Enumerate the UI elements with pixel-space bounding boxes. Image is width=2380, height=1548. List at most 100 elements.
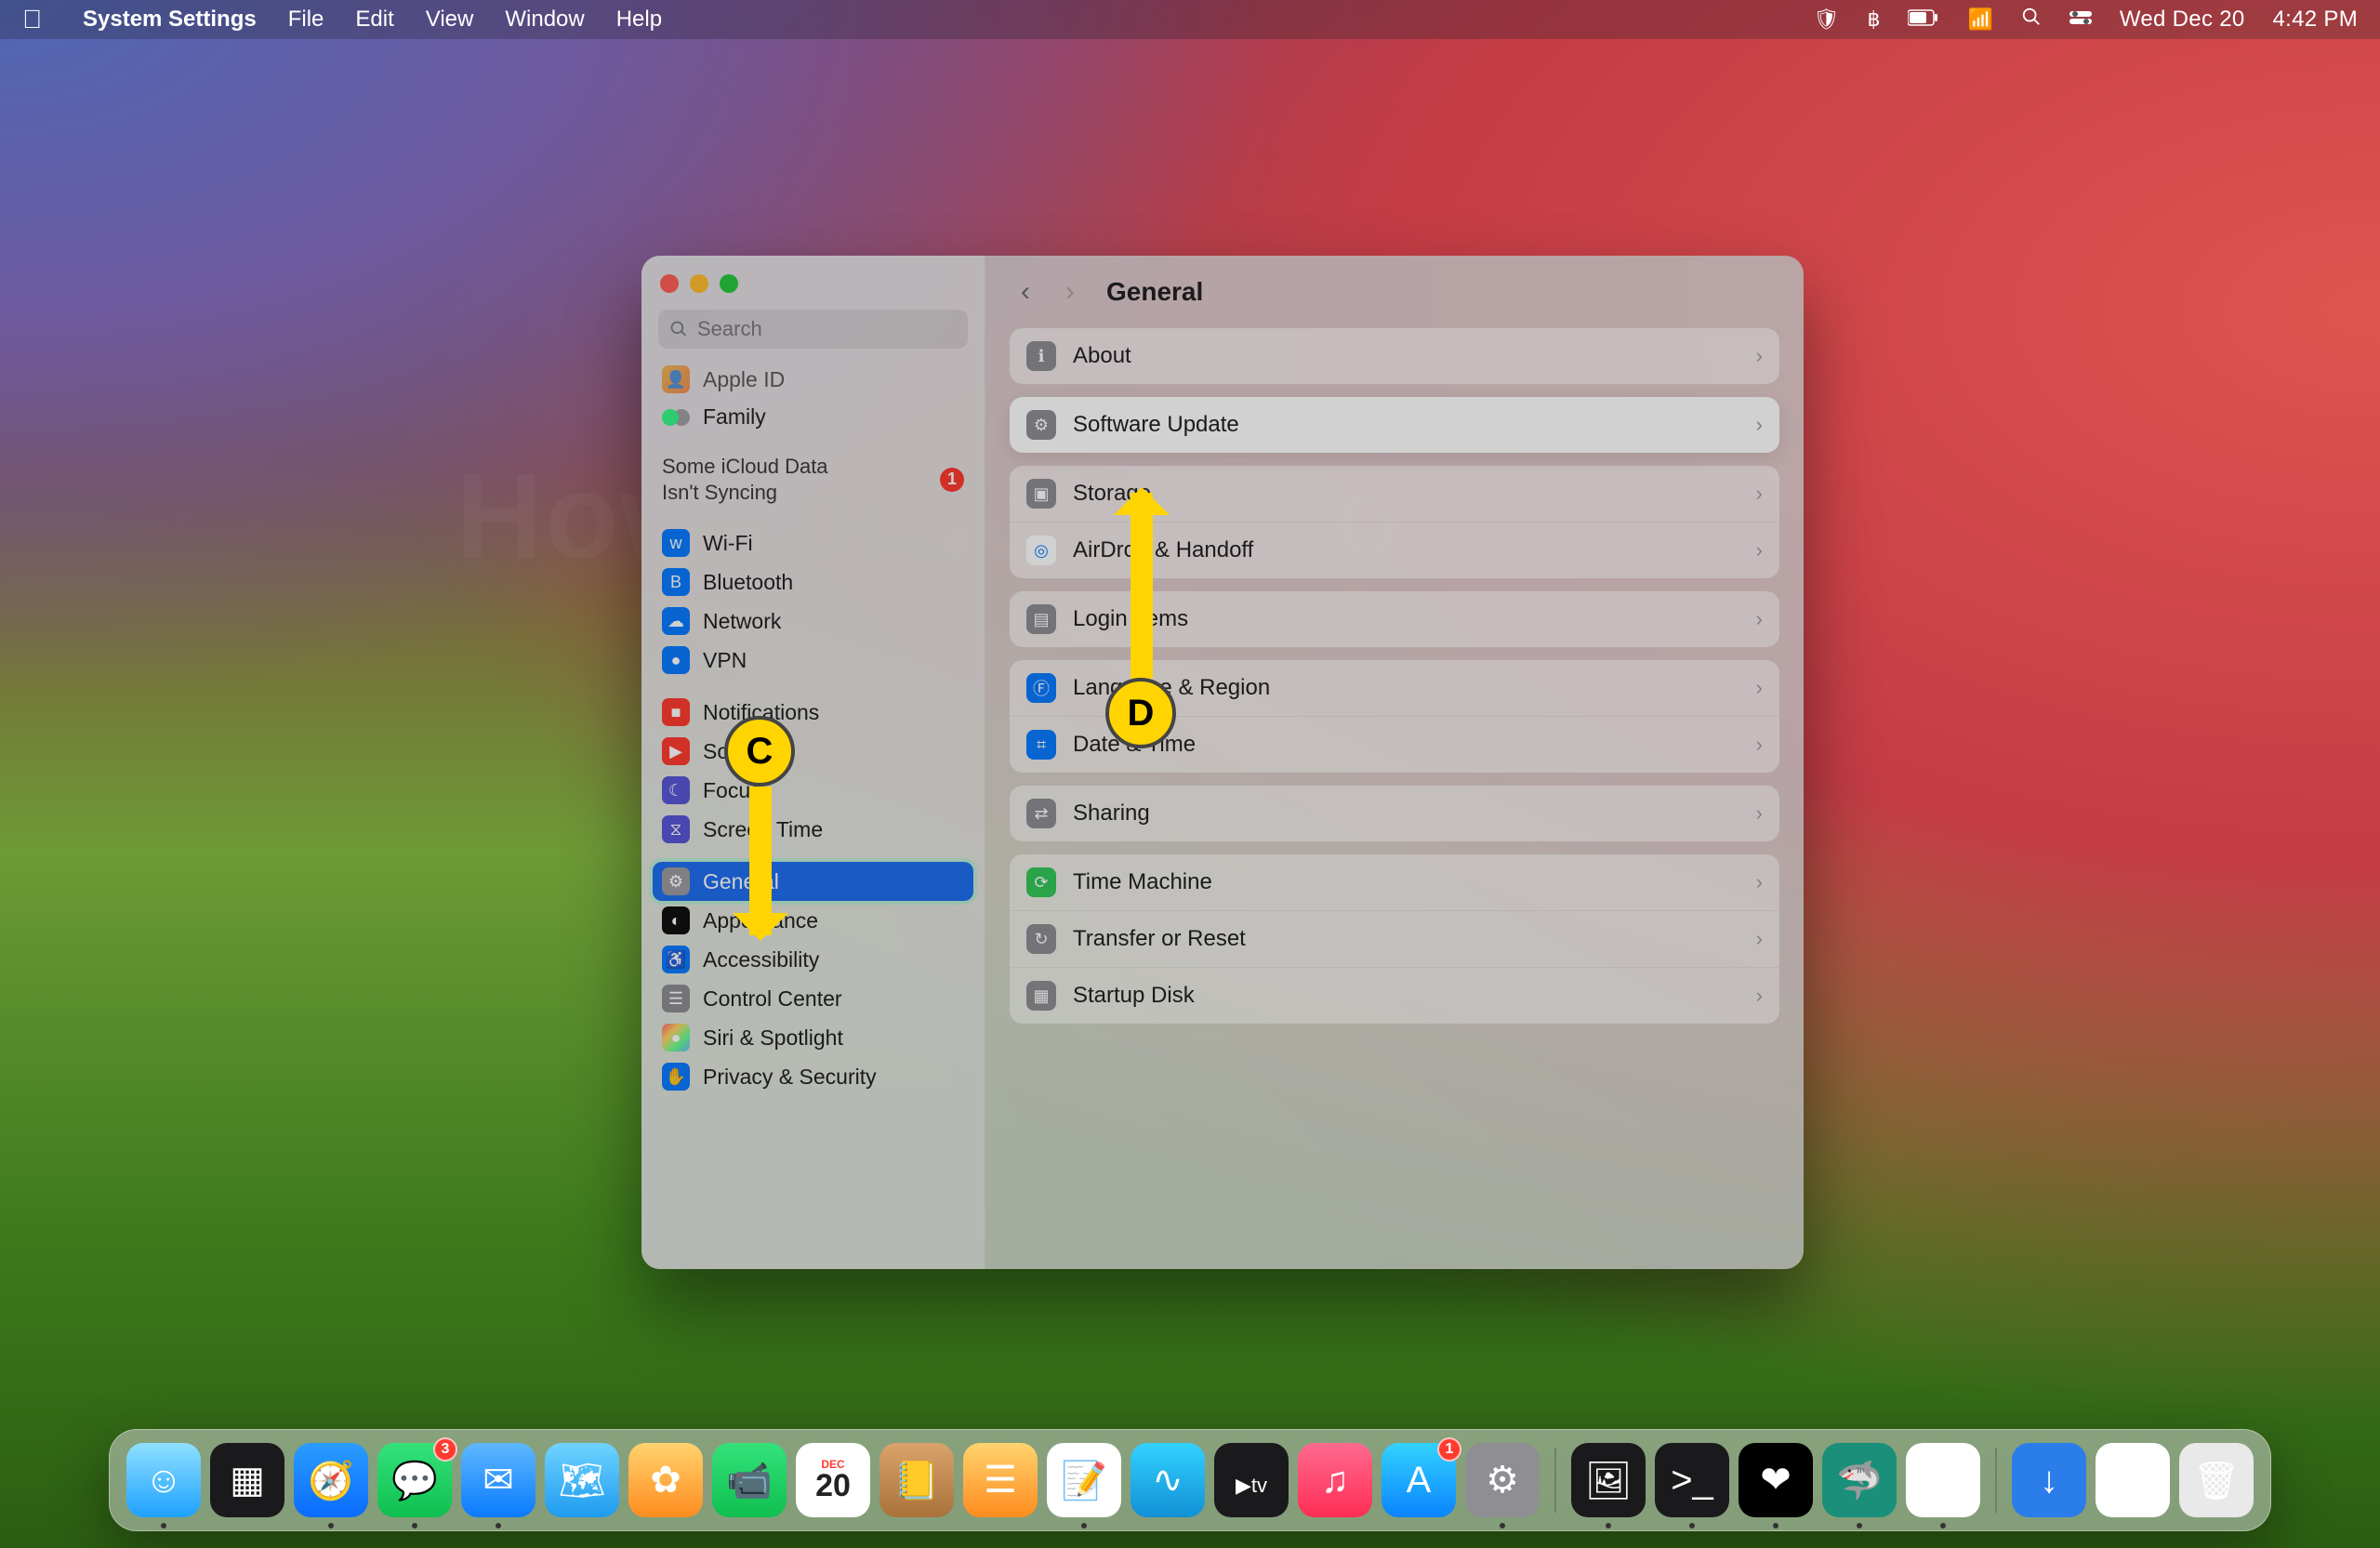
sidebar-item-accessibility[interactable]: ♿Accessibility <box>653 940 973 979</box>
dock-app-tv[interactable]: ▶tv <box>1214 1443 1289 1517</box>
dock-app-terminal[interactable]: >_ <box>1655 1443 1729 1517</box>
airdrop-handoff-icon: ◎ <box>1026 536 1056 565</box>
dock-app-mail[interactable]: ✉ <box>461 1443 536 1517</box>
menubar-date[interactable]: Wed Dec 20 <box>2120 7 2245 33</box>
sidebar-item-focus[interactable]: ☾Focus <box>653 771 973 810</box>
sidebar-item-label: Notifications <box>703 700 819 725</box>
chevron-right-icon: › <box>1756 733 1763 757</box>
dock-app-facetime[interactable]: 📹 <box>712 1443 787 1517</box>
search-icon <box>669 320 688 338</box>
close-button[interactable] <box>660 274 679 293</box>
dock-app-calendar[interactable]: DEC20 <box>796 1443 870 1517</box>
wi-fi-icon: ᴡ <box>662 529 690 557</box>
window-traffic-lights <box>641 256 985 300</box>
control-center-icon[interactable] <box>2069 7 2092 32</box>
dock-app-activity-monitor[interactable]: ❤ <box>1739 1443 1813 1517</box>
dock-app-music[interactable]: ♫ <box>1298 1443 1372 1517</box>
sidebar-item-sound[interactable]: ▶Sound <box>653 732 973 771</box>
dock-app-messages[interactable]: 💬3 <box>377 1443 452 1517</box>
sidebar-item-appearance[interactable]: ◐Appearance <box>653 901 973 940</box>
settings-row-language-region[interactable]: ⒻLanguage & Region› <box>1010 660 1779 716</box>
settings-row-time-machine[interactable]: ⟳Time Machine› <box>1010 854 1779 910</box>
vpn-icon: ● <box>662 646 690 674</box>
network-icon: ☁ <box>662 607 690 635</box>
screen-time-icon: ⧖ <box>662 815 690 843</box>
sidebar-item-privacy-security[interactable]: ✋Privacy & Security <box>653 1057 973 1096</box>
zoom-button[interactable] <box>720 274 738 293</box>
settings-row-storage[interactable]: ▣Storage› <box>1010 466 1779 522</box>
sidebar-item-screen-time[interactable]: ⧖Screen Time <box>653 810 973 849</box>
dock-app-finder[interactable]: ☺ <box>126 1443 201 1517</box>
general-icon: ⚙ <box>662 867 690 895</box>
sidebar-item-label: Network <box>703 609 781 634</box>
menu-view[interactable]: View <box>426 7 474 33</box>
settings-row-date-time[interactable]: ⌗Date & Time› <box>1010 716 1779 773</box>
vpn-icon[interactable]: 🛡 <box>1814 7 1840 32</box>
about-icon: ℹ <box>1026 341 1056 371</box>
dock-app-surfshark[interactable]: 🦈 <box>1822 1443 1897 1517</box>
menu-file[interactable]: File <box>288 7 324 33</box>
settings-row-software-update[interactable]: ⚙Software Update› <box>1010 397 1779 453</box>
minimize-button[interactable] <box>690 274 708 293</box>
dock-app-safari[interactable]: 🧭 <box>294 1443 368 1517</box>
dock-app-photos[interactable]: ✿ <box>628 1443 703 1517</box>
dock-app-appstore[interactable]: A1 <box>1382 1443 1456 1517</box>
sidebar-item-siri-spotlight[interactable]: ●Siri & Spotlight <box>653 1018 973 1057</box>
wifi-icon[interactable]: 📶 <box>1967 7 1992 32</box>
spotlight-icon[interactable] <box>2021 7 2042 33</box>
sidebar-item-vpn[interactable]: ●VPN <box>653 641 973 680</box>
sidebar-item-label: Appearance <box>703 908 818 933</box>
settings-row-transfer-or-reset[interactable]: ↻Transfer or Reset› <box>1010 910 1779 967</box>
family-icon <box>662 409 690 426</box>
menubar-app-name[interactable]: System Settings <box>83 7 257 33</box>
sidebar-item-label: Bluetooth <box>703 570 793 595</box>
battery-icon[interactable] <box>1908 7 1939 32</box>
sidebar-item-notifications[interactable]: ■ Notifications <box>653 693 973 732</box>
badge: 3 <box>433 1437 457 1462</box>
sidebar-item-network[interactable]: ☁ Network <box>653 602 973 641</box>
forward-button[interactable]: › <box>1056 278 1084 306</box>
avatar-icon: 👤 <box>662 365 690 393</box>
dock-app-freeform[interactable]: ∿ <box>1130 1443 1205 1517</box>
sidebar-item-bluetooth[interactable]: BBluetooth <box>653 562 973 602</box>
settings-row-login-items[interactable]: ▤Login Items› <box>1010 591 1779 647</box>
dock-app-trash[interactable]: 🗑 <box>2179 1443 2254 1517</box>
apple-menu-icon[interactable]:  <box>22 5 42 34</box>
dock-app-stack[interactable]: 🗂 <box>2096 1443 2170 1517</box>
dock-app-launchpad[interactable]: ▦ <box>210 1443 284 1517</box>
sidebar-item-wi-fi[interactable]: ᴡ Wi-Fi <box>653 523 973 562</box>
sidebar-item-apple-id[interactable]: 👤 Apple ID <box>653 360 973 399</box>
dock-app-preview[interactable]: 🖼 <box>1571 1443 1646 1517</box>
settings-row-about[interactable]: ℹAbout› <box>1010 328 1779 384</box>
notifications-icon: ■ <box>662 698 690 726</box>
menu-help[interactable]: Help <box>616 7 662 33</box>
time-machine-icon: ⟳ <box>1026 867 1056 897</box>
sidebar-item-control-center[interactable]: ☰Control Center <box>653 979 973 1018</box>
sidebar-item-general[interactable]: ⚙General <box>653 862 973 901</box>
dock-app-downloads[interactable]: ↓ <box>2012 1443 2086 1517</box>
row-label: Software Update <box>1073 412 1239 438</box>
dock-app-maps[interactable]: 🗺 <box>545 1443 619 1517</box>
dock-app-chrome[interactable]: ● <box>1906 1443 1980 1517</box>
dock-app-contacts[interactable]: 📒 <box>879 1443 954 1517</box>
menubar-time[interactable]: 4:42 PM <box>2273 7 2358 33</box>
dock-app-reminders[interactable]: ☰ <box>963 1443 1038 1517</box>
main-pane: ‹ › General ℹAbout›⚙Software Update›▣Sto… <box>985 256 1804 1269</box>
settings-row-airdrop-handoff[interactable]: ◎AirDrop & Handoff› <box>1010 522 1779 578</box>
settings-row-startup-disk[interactable]: ▦Startup Disk› <box>1010 967 1779 1024</box>
back-button[interactable]: ‹ <box>1012 278 1039 306</box>
running-indicator <box>1773 1523 1778 1528</box>
dock-app-settings[interactable]: ⚙ <box>1465 1443 1540 1517</box>
search-input[interactable]: Search <box>658 310 968 349</box>
chevron-right-icon: › <box>1756 870 1763 894</box>
dock-app-notes[interactable]: 📝 <box>1047 1443 1121 1517</box>
storage-icon: ▣ <box>1026 479 1056 509</box>
sidebar-item-family[interactable]: Family <box>653 399 973 435</box>
bluetooth-icon[interactable]: ฿ <box>1867 7 1880 32</box>
settings-row-sharing[interactable]: ⇄Sharing› <box>1010 786 1779 841</box>
menu-window[interactable]: Window <box>505 7 584 33</box>
sidebar-item-label: Wi-Fi <box>703 531 753 556</box>
menu-edit[interactable]: Edit <box>355 7 393 33</box>
icloud-sync-warning[interactable]: Some iCloud DataIsn't Syncing 1 <box>653 448 973 510</box>
warning-badge: 1 <box>940 468 964 492</box>
